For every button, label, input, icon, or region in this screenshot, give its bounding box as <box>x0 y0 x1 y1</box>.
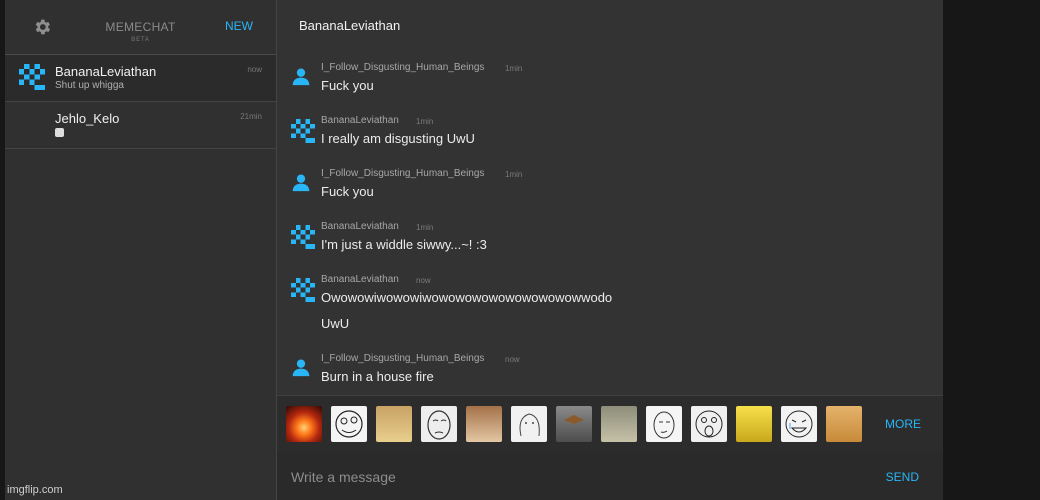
memechat-app: MEMECHAT BETA NEW BananaLeviathan Shut u… <box>5 0 943 500</box>
message-time: 1min <box>416 223 434 232</box>
user-avatar-icon <box>291 172 311 197</box>
message-time: now <box>505 355 520 364</box>
conversation-item[interactable]: BananaLeviathan Shut up whigga now <box>5 55 276 102</box>
doge-meme-icon[interactable] <box>826 406 862 442</box>
message-text: Burn in a house fire <box>321 369 434 384</box>
message-time: now <box>416 276 431 285</box>
explosion-meme-icon[interactable] <box>286 406 322 442</box>
message-composer: SEND <box>277 451 943 500</box>
message-text: Fuck you <box>321 184 374 199</box>
user-avatar-icon <box>291 66 311 91</box>
message-text: Fuck you <box>321 78 374 93</box>
message-sender: I_Follow_Disgusting_Human_Beings <box>321 168 485 179</box>
message-time: 1min <box>505 64 523 73</box>
user-avatar-icon <box>291 357 311 382</box>
chat-panel: BananaLeviathan I_Follow_Disgusting_Huma… <box>277 0 943 500</box>
avatar-pixel-icon <box>291 225 315 254</box>
conversation-time: 21min <box>240 112 262 121</box>
avatar-pixel-icon <box>291 119 315 148</box>
cat-meme-icon[interactable] <box>376 406 412 442</box>
message-text: Owowowiwowowiwowowowowowowowowowwodo <box>321 290 613 305</box>
spongebob-meme-icon[interactable] <box>736 406 772 442</box>
shocked-cat-meme-icon[interactable] <box>601 406 637 442</box>
message-time: 1min <box>505 170 523 179</box>
message-list: I_Follow_Disgusting_Human_Beings 1min Fu… <box>277 50 943 395</box>
conversation-item[interactable]: Jehlo_Kelo 21min <box>5 102 276 149</box>
conversation-name: BananaLeviathan <box>55 64 157 79</box>
conversation-preview <box>55 127 64 138</box>
message-time: 1min <box>416 117 434 126</box>
sidebar-header: MEMECHAT BETA NEW <box>5 0 276 55</box>
message-sender: BananaLeviathan <box>321 115 399 126</box>
wojak-meme-icon[interactable] <box>511 406 547 442</box>
meme-picker-bar: MORE <box>277 395 943 452</box>
send-button[interactable]: SEND <box>886 470 919 484</box>
scumbag-hat-meme-icon[interactable] <box>556 406 592 442</box>
new-chat-button[interactable]: NEW <box>225 19 253 33</box>
beta-label: BETA <box>131 37 150 43</box>
meme-face-icon <box>55 127 64 137</box>
more-memes-button[interactable]: MORE <box>885 417 921 431</box>
conversation-time: now <box>247 65 262 74</box>
avatar-pixel-icon <box>291 278 315 307</box>
confused-face-meme-icon[interactable] <box>646 406 682 442</box>
message-sender: BananaLeviathan <box>321 221 399 232</box>
derp-face-meme-icon[interactable] <box>331 406 367 442</box>
message-text: I really am disgusting UwU <box>321 131 475 146</box>
imgflip-watermark: imgflip.com <box>7 484 63 496</box>
conversation-name: Jehlo_Kelo <box>55 111 120 126</box>
jesus-meme-icon[interactable] <box>466 406 502 442</box>
message-sender: BananaLeviathan <box>321 274 399 285</box>
message-sender: I_Follow_Disgusting_Human_Beings <box>321 62 485 73</box>
sidebar: MEMECHAT BETA NEW BananaLeviathan Shut u… <box>5 0 277 500</box>
message-sender: I_Follow_Disgusting_Human_Beings <box>321 353 485 364</box>
crying-laugh-face-meme-icon[interactable] <box>781 406 817 442</box>
conversation-preview: Shut up whigga <box>55 80 124 91</box>
message-text: UwU <box>321 316 350 331</box>
avatar-pixel-icon <box>19 64 45 95</box>
message-text: I'm just a widdle siwwy...~! :3 <box>321 237 487 252</box>
message-input[interactable] <box>289 464 853 490</box>
okay-face-meme-icon[interactable] <box>421 406 457 442</box>
omg-face-meme-icon[interactable] <box>691 406 727 442</box>
chat-title: BananaLeviathan <box>299 18 401 33</box>
